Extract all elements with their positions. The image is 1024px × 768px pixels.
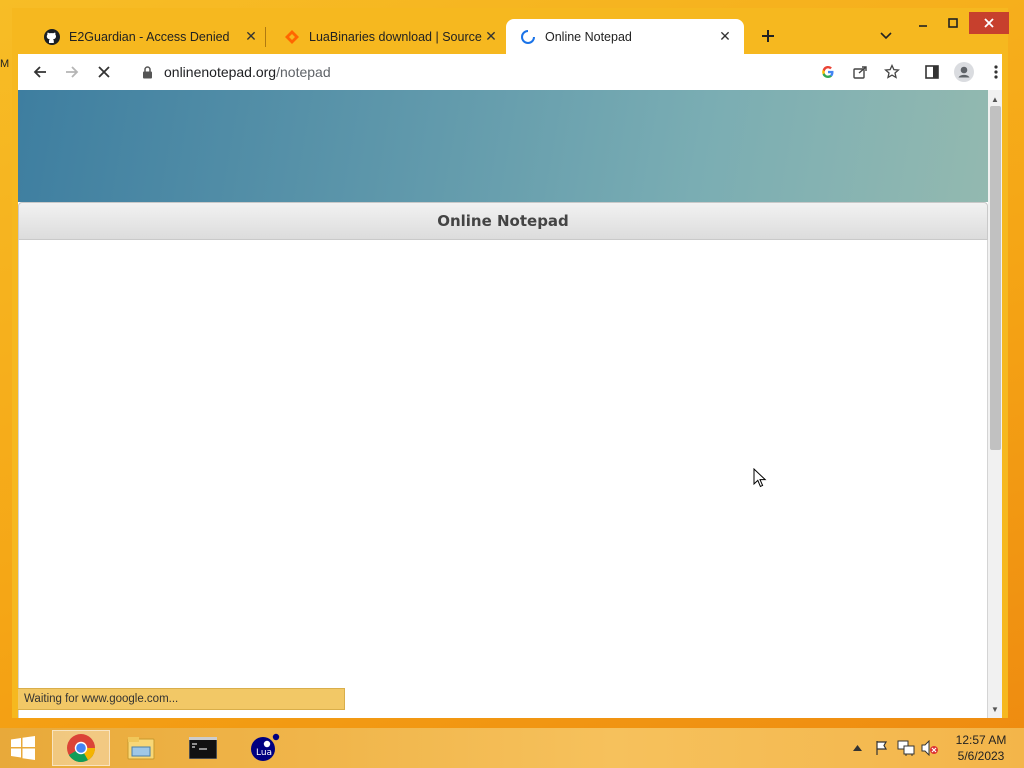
side-panel-icon [925,65,939,79]
tab-strip: E2Guardian - Access Denied ✕ LuaBinaries… [12,8,1009,54]
taskbar-file-explorer[interactable] [112,730,170,766]
maximize-button[interactable] [938,12,968,34]
windows-logo-icon [11,736,35,760]
tab-online-notepad[interactable]: Online Notepad ✕ [506,19,744,54]
network-tray-button[interactable] [896,734,916,762]
tab-divider [265,27,266,47]
status-bubble: Waiting for www.google.com... [18,688,345,710]
close-icon [984,18,994,28]
status-text: Waiting for www.google.com... [24,693,179,705]
notepad-editor[interactable] [18,240,988,718]
tab-luabinaries[interactable]: LuaBinaries download | SourceForge ✕ [270,19,510,54]
taskbar: Lua 12:57 AM 5/6/2023 [0,728,1024,768]
close-tab-icon[interactable]: ✕ [242,28,260,46]
chevron-up-icon [852,745,862,751]
vertical-scrollbar[interactable]: ▲ ▼ [988,90,1002,718]
loading-spinner-icon [520,29,536,45]
browser-toolbar: onlinenotepad.org/notepad [18,54,1002,90]
scrollbar-thumb[interactable] [990,106,1001,450]
lock-icon [140,65,154,79]
new-tab-button[interactable] [756,24,780,48]
taskbar-clock[interactable]: 12:57 AM 5/6/2023 [950,732,1012,766]
sourceforge-icon [284,29,300,45]
command-prompt-icon [189,737,217,759]
avatar-icon [954,62,974,82]
chevron-down-icon [880,32,892,40]
close-window-button[interactable] [969,12,1009,34]
maximize-icon [948,18,958,28]
svg-text:Lua: Lua [256,748,272,758]
bookmark-button[interactable] [880,60,904,84]
page-viewport: Online Notepad ▲ ▼ [18,90,1002,718]
mouse-cursor-icon [753,468,767,488]
clock-date: 5/6/2023 [957,749,1005,763]
scroll-up-arrow-icon[interactable]: ▲ [988,92,1002,106]
show-hidden-icons-button[interactable] [850,734,864,762]
taskbar-chrome[interactable] [52,730,110,766]
tab-title: LuaBinaries download | SourceForge [309,29,482,44]
tab-title: E2Guardian - Access Denied [69,29,230,44]
profile-button[interactable] [952,60,976,84]
desktop-edge-label: M [0,58,10,70]
tab-search-button[interactable] [874,24,898,48]
lua-icon: Lua [251,733,280,761]
minimize-button[interactable] [908,12,938,34]
tab-title: Online Notepad [545,29,632,44]
side-panel-button[interactable] [920,60,944,84]
chrome-icon [67,734,95,762]
google-icon [822,66,834,78]
start-button[interactable] [8,734,38,762]
arrow-right-icon [66,66,79,78]
star-icon [884,64,900,79]
page-title: Online Notepad [437,212,569,230]
notepad-header: Online Notepad [18,202,988,240]
action-center-tray-button[interactable] [872,734,892,762]
share-button[interactable] [848,60,872,84]
google-lens-button[interactable] [816,60,840,84]
url-host: onlinenotepad.org [164,64,277,80]
forward-button[interactable] [60,60,84,84]
back-button[interactable] [28,60,52,84]
url-path: /notepad [276,64,331,80]
file-explorer-icon [127,737,155,760]
close-icon [98,66,110,78]
close-tab-icon[interactable]: ✕ [482,28,500,46]
volume-tray-button[interactable] [920,734,940,762]
taskbar-lua[interactable]: Lua [236,730,294,766]
arrow-left-icon [33,66,46,78]
menu-button[interactable] [984,60,1008,84]
flag-icon [876,741,888,755]
stop-loading-button[interactable] [92,60,116,84]
minimize-icon [919,25,927,27]
taskbar-command-prompt[interactable] [174,730,232,766]
more-vert-icon [994,65,998,79]
scroll-down-arrow-icon[interactable]: ▼ [988,702,1002,716]
github-icon [44,28,60,45]
browser-window: E2Guardian - Access Denied ✕ LuaBinaries… [12,8,1009,718]
tab-e2guardian[interactable]: E2Guardian - Access Denied ✕ [30,19,270,54]
close-tab-icon[interactable]: ✕ [716,28,734,46]
clock-time: 12:57 AM [955,733,1007,747]
plus-icon [762,30,774,42]
network-icon [897,740,915,756]
volume-muted-icon [921,740,938,756]
address-bar[interactable]: onlinenotepad.org/notepad [130,57,870,87]
share-icon [853,66,867,79]
hero-banner [18,90,988,202]
